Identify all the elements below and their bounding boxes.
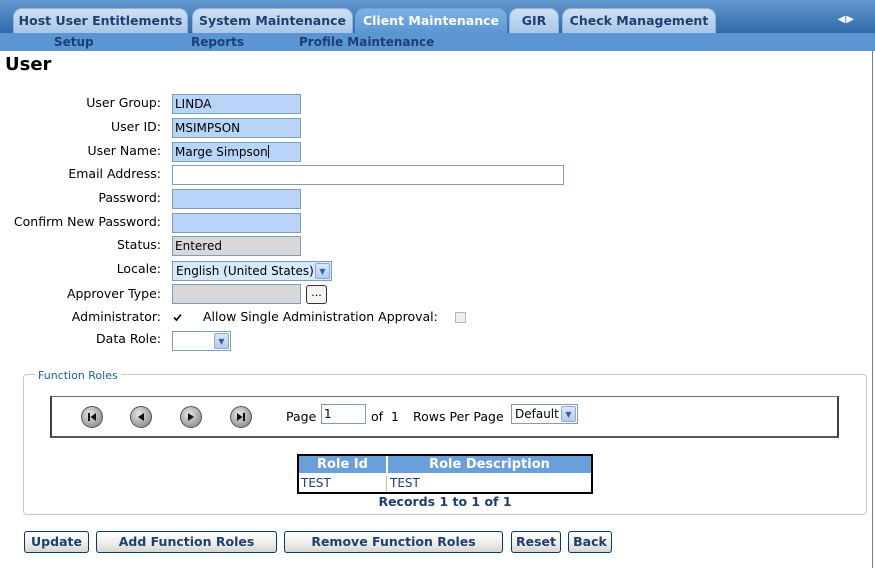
back-button[interactable]: Back — [568, 531, 612, 553]
total-pages: 1 — [391, 409, 399, 424]
table-cell-role-id[interactable]: TEST — [299, 475, 387, 492]
column-header-role-description[interactable]: Role Description — [388, 456, 591, 473]
add-function-roles-button[interactable]: Add Function Roles — [96, 531, 277, 553]
sub-navigation: Setup Reports Profile Maintenance — [0, 33, 875, 51]
administrator-checkbox[interactable] — [172, 312, 183, 323]
user-name-value: Marge Simpson — [175, 145, 268, 159]
table-cell-role-description[interactable]: TEST — [388, 475, 591, 492]
first-page-icon[interactable] — [81, 406, 103, 428]
locale-select[interactable]: English (United States) ▼ — [172, 261, 332, 281]
allow-single-approval-checkbox[interactable] — [455, 312, 466, 323]
user-name-field[interactable]: Marge Simpson — [172, 142, 301, 162]
approver-lookup-button[interactable]: ... — [306, 285, 327, 304]
chevron-down-icon[interactable]: ▼ — [214, 333, 229, 349]
password-field[interactable] — [172, 189, 301, 209]
user-group-field[interactable]: LINDA — [172, 94, 301, 114]
data-role-select[interactable]: ▼ — [172, 331, 231, 351]
column-header-role-id[interactable]: Role Id — [299, 456, 387, 473]
confirm-password-field[interactable] — [172, 213, 301, 233]
user-id-field[interactable]: MSIMPSON — [172, 118, 301, 138]
remove-function-roles-button[interactable]: Remove Function Roles — [284, 531, 503, 553]
page-title: User — [5, 54, 52, 75]
tab-gir[interactable]: GIR — [509, 8, 559, 33]
subnav-profile-maintenance[interactable]: Profile Maintenance — [299, 33, 434, 52]
next-page-icon[interactable] — [180, 406, 202, 428]
user-group-label: User Group: — [86, 95, 161, 110]
tab-bar: Host User Entitlements System Maintenanc… — [0, 0, 875, 33]
locale-label: Locale: — [116, 261, 161, 276]
chevron-down-icon[interactable]: ▼ — [561, 406, 576, 422]
function-roles-table: Role Id Role Description TEST TEST — [297, 454, 593, 494]
reset-button[interactable]: Reset — [511, 531, 561, 553]
rows-per-page-value: Default — [515, 407, 559, 421]
data-role-label: Data Role: — [96, 331, 161, 346]
email-field[interactable] — [172, 165, 564, 185]
chevron-down-icon[interactable]: ▼ — [315, 263, 330, 279]
checkmark-icon — [173, 313, 182, 322]
page-number-input[interactable]: 1 — [321, 404, 366, 424]
locale-value: English (United States) — [176, 264, 314, 278]
user-name-label: User Name: — [87, 143, 161, 158]
tab-host-user-entitlements[interactable]: Host User Entitlements — [13, 8, 188, 33]
tab-system-maintenance[interactable]: System Maintenance — [192, 8, 353, 33]
approver-type-label: Approver Type: — [66, 286, 161, 301]
frame-border — [872, 51, 873, 568]
allow-single-approval-label: Allow Single Administration Approval: — [203, 309, 438, 324]
of-label: of — [371, 409, 384, 424]
function-roles-legend: Function Roles — [35, 369, 121, 382]
subnav-setup[interactable]: Setup — [54, 33, 94, 52]
status-label: Status: — [116, 237, 161, 252]
email-label: Email Address: — [68, 166, 161, 181]
last-page-icon[interactable] — [230, 406, 252, 428]
user-id-label: User ID: — [111, 119, 161, 134]
administrator-label: Administrator: — [71, 309, 161, 324]
previous-page-icon[interactable] — [130, 406, 152, 428]
password-label: Password: — [98, 190, 161, 205]
rows-per-page-label: Rows Per Page — [413, 409, 504, 424]
text-cursor — [267, 145, 269, 158]
approver-type-field — [172, 284, 301, 304]
page-label: Page — [286, 409, 317, 424]
records-count: Records 1 to 1 of 1 — [378, 494, 512, 509]
tab-check-management[interactable]: Check Management — [562, 8, 716, 33]
tab-scroll-arrows-icon[interactable]: ◀▶ — [838, 14, 855, 25]
subnav-reports[interactable]: Reports — [191, 33, 244, 52]
rows-per-page-select[interactable]: Default ▼ — [511, 404, 578, 424]
update-button[interactable]: Update — [24, 531, 89, 553]
confirm-password-label: Confirm New Password: — [13, 214, 161, 229]
status-field: Entered — [172, 236, 301, 256]
tab-client-maintenance[interactable]: Client Maintenance — [355, 8, 507, 33]
